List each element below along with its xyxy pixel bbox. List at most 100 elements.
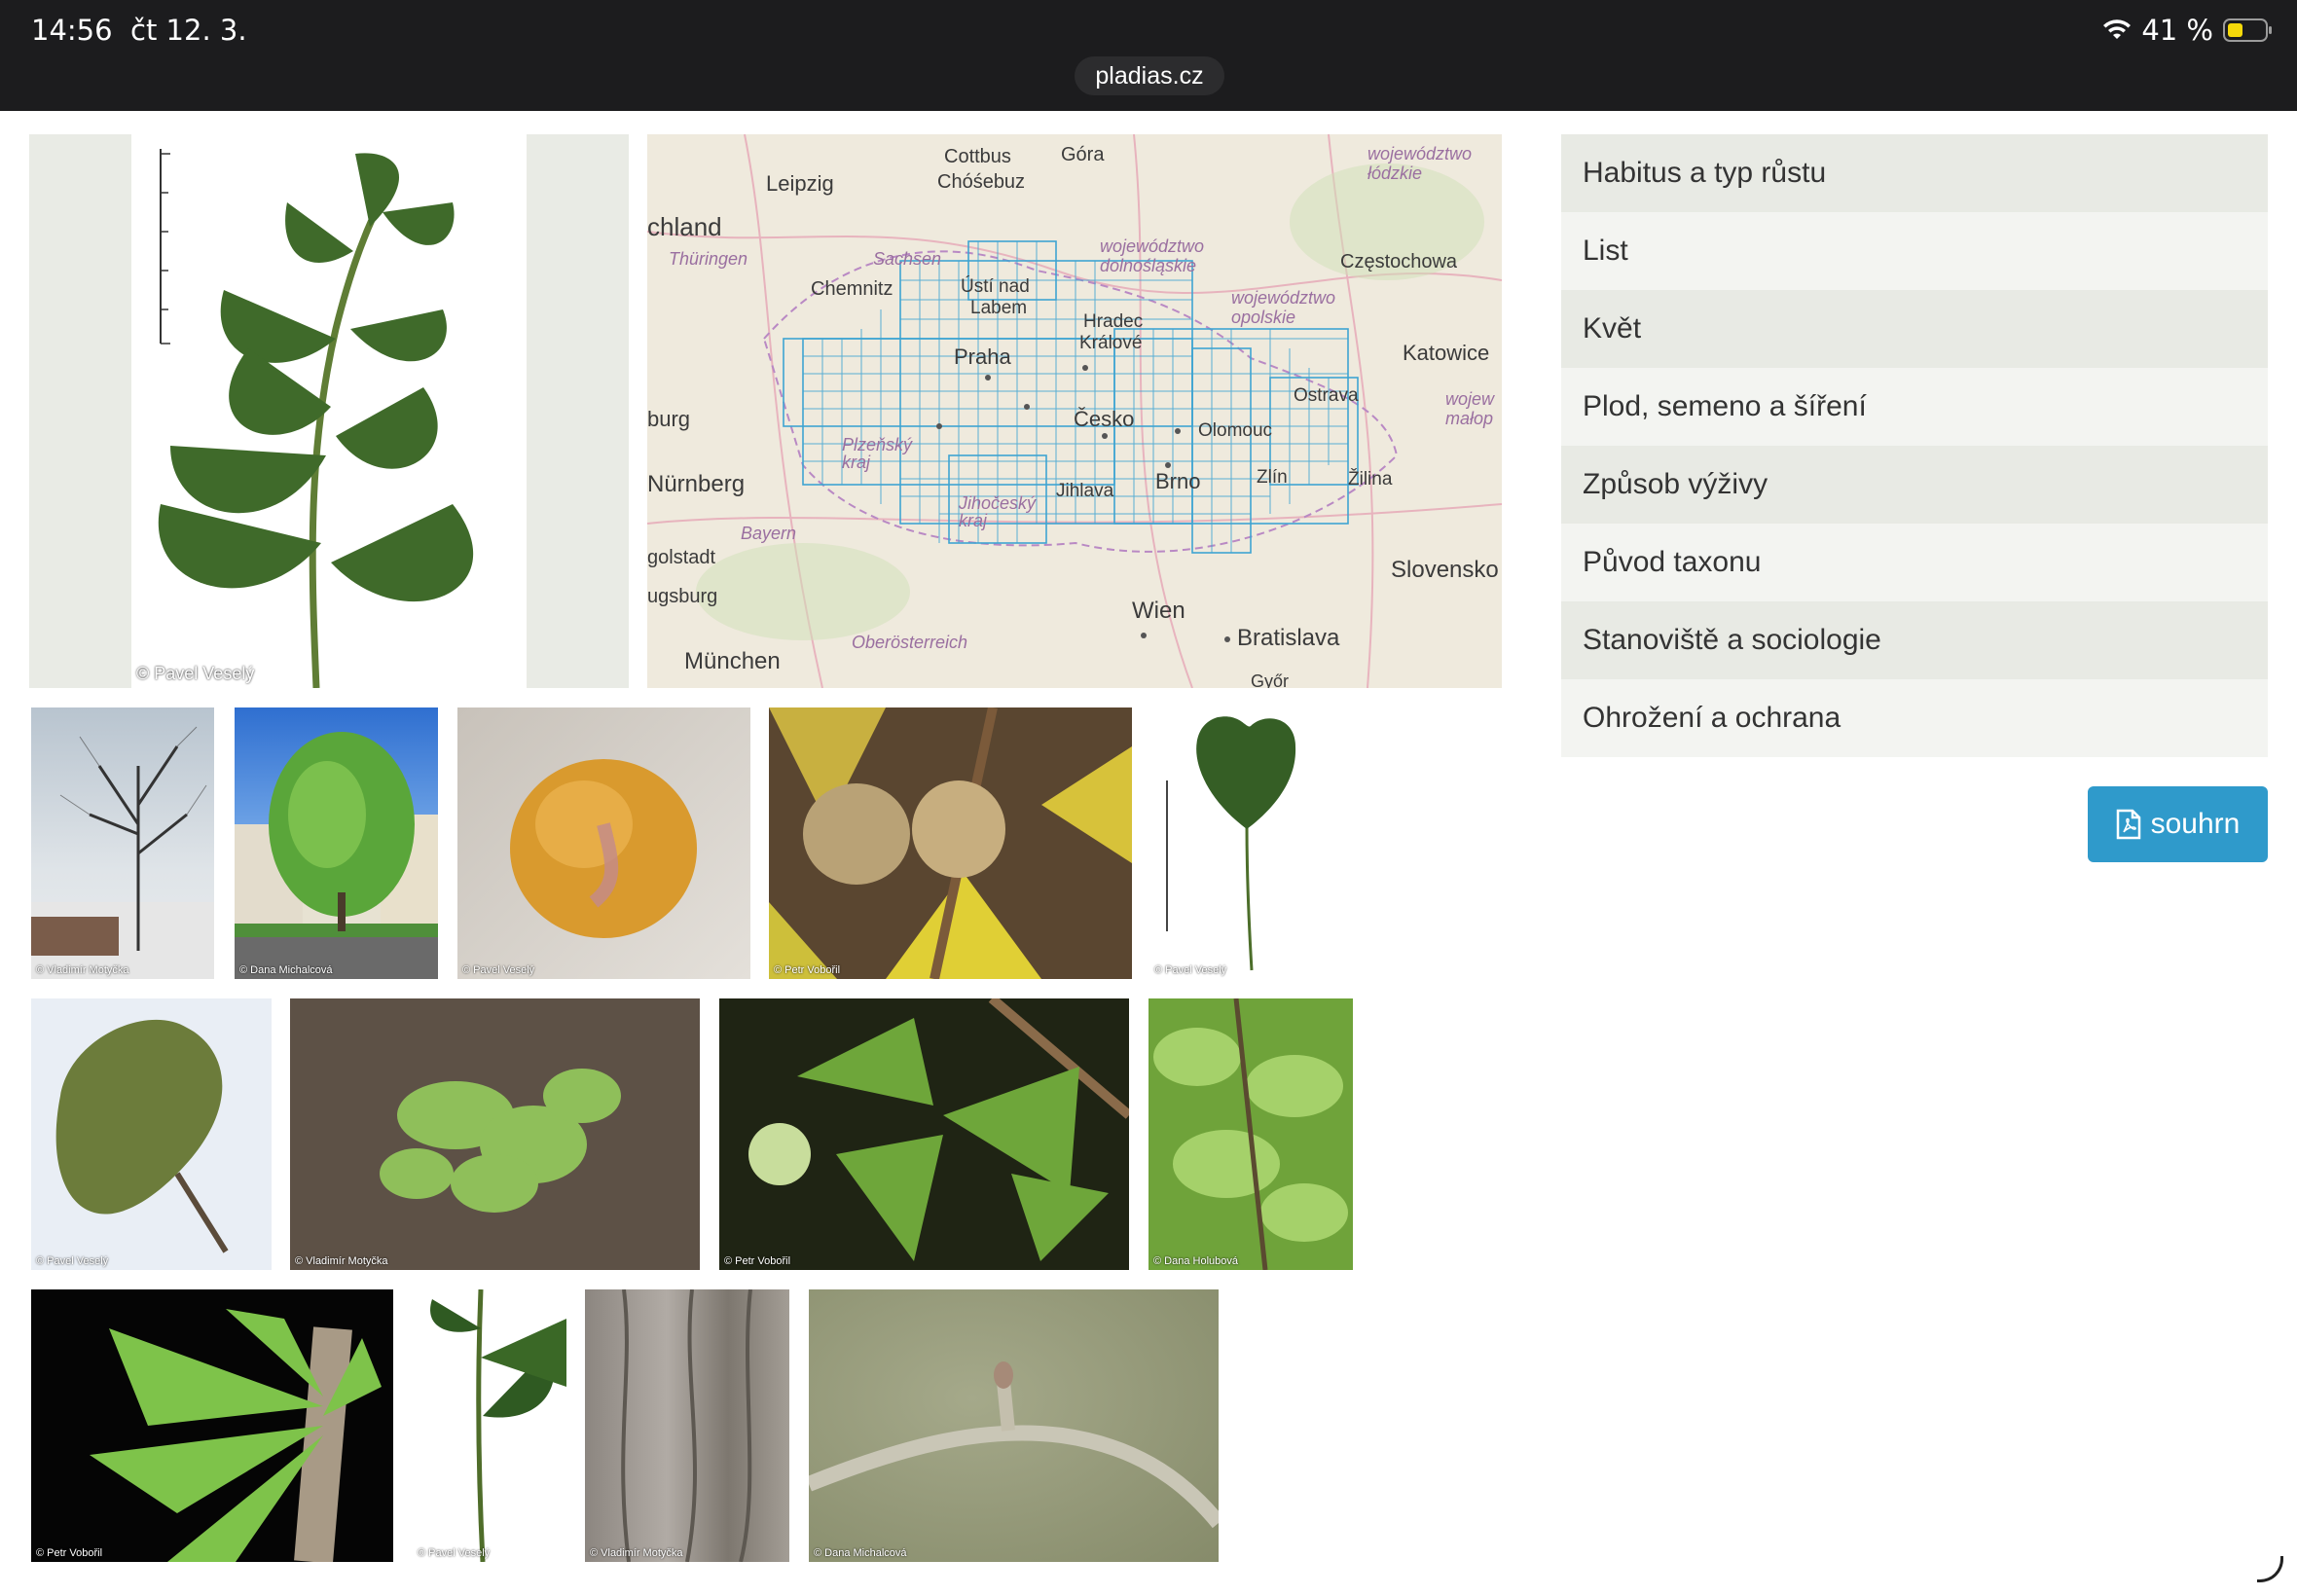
map-label: województwo opolskie [1231, 288, 1336, 327]
map-label: Ústí nad [961, 276, 1030, 297]
map-label: Bayern [741, 524, 797, 543]
accordion-item-stanoviste[interactable]: Stanoviště a sociologie [1561, 601, 2268, 679]
photo-credit: © Vladimír Motyčka [590, 1547, 683, 1559]
summary-pdf-button[interactable]: souhrn [2088, 786, 2268, 862]
gallery-photo[interactable]: © Dana Michalcová [235, 707, 438, 979]
battery-icon [2223, 18, 2272, 42]
map-label: województwo dolnośląskie [1100, 236, 1205, 275]
map-label: Olomouc [1198, 420, 1273, 441]
map-label: Cottbus [944, 146, 1011, 167]
map-label: Praha [954, 345, 1011, 369]
gallery-photo[interactable]: © Dana Holubová [1148, 998, 1353, 1270]
map-label: Częstochowa [1340, 251, 1458, 272]
branch-seed-photo [748, 998, 1129, 1261]
url-text: pladias.cz [1095, 61, 1204, 90]
gallery-photo[interactable]: © Vladimír Motyčka [585, 1289, 789, 1562]
photo-credit: © Pavel Veselý [136, 664, 255, 683]
leaf-closeup-photo [55, 1019, 229, 1253]
wifi-icon [2103, 19, 2132, 39]
map-label: burg [647, 407, 691, 431]
map-label: Králové [1079, 333, 1143, 353]
photo-credit: © Dana Michalcová [239, 964, 333, 976]
map-label: Česko [1074, 407, 1135, 431]
photo-credit: © Pavel Veselý [418, 1547, 491, 1559]
status-time: 14:56 čt 12. 3. [31, 14, 247, 47]
single-leaf-photo [1166, 716, 1296, 971]
map-label: Plzeňský kraj [842, 435, 913, 472]
url-bar[interactable]: pladias.cz [1075, 56, 1224, 95]
map-label: Thüringen [669, 249, 748, 269]
map-label: Brno [1155, 469, 1201, 493]
trait-accordion: Habitus a typ růstu List Květ Plod, seme… [1561, 134, 2268, 757]
distribution-map[interactable]: Leipzig Cottbus Chóśebuz Góra chland Thü… [647, 134, 1502, 688]
map-label: Góra [1061, 144, 1105, 165]
gallery-photo[interactable]: © Pavel Veselý [457, 707, 750, 979]
photo-credit: © Pavel Veselý [1154, 964, 1227, 976]
map-label: Wien [1132, 598, 1185, 624]
gallery-photo[interactable]: © Pavel Veselý [31, 998, 272, 1270]
seed-photo [510, 759, 697, 938]
tree-silhouette [31, 726, 214, 979]
pdf-file-icon [2116, 809, 2140, 840]
photo-credit: © Petr Vobořil [724, 1255, 791, 1267]
map-label: województwo łódzkie [1367, 144, 1473, 183]
gallery-photo[interactable]: © Vladimír Motyčka [31, 707, 214, 979]
fallen-seeds-photo [769, 707, 1132, 979]
photo-credit: © Pavel Veselý [462, 964, 535, 976]
map-label: Oberösterreich [852, 633, 968, 652]
accordion-item-habitus[interactable]: Habitus a typ růstu [1561, 134, 2268, 212]
accordion-item-list[interactable]: List [1561, 212, 2268, 290]
map-label: Katowice [1403, 341, 1490, 365]
map-label: Labem [970, 298, 1028, 318]
gallery-photo[interactable]: © Dana Michalcová [809, 1289, 1219, 1562]
accordion-item-kvet[interactable]: Květ [1561, 290, 2268, 368]
map-label: Ostrava [1294, 385, 1359, 406]
map-label: Győr [1251, 671, 1290, 688]
accordion-item-puvod[interactable]: Původ taxonu [1561, 524, 2268, 601]
gallery-photo[interactable]: © Petr Vobořil [769, 707, 1132, 979]
stem-photo [430, 1289, 566, 1562]
battery-percent: 41 % [2141, 14, 2213, 47]
photo-credit: © Petr Vobořil [36, 1547, 103, 1559]
photo-credit: © Dana Michalcová [814, 1547, 907, 1559]
map-label: wojew małop [1445, 389, 1495, 428]
map-label: golstadt [647, 547, 716, 568]
accordion-item-ohrozeni[interactable]: Ohrožení a ochrana [1561, 679, 2268, 757]
map-label: Žilina [1348, 469, 1393, 490]
foliage-photo [1153, 998, 1348, 1270]
photo-credit: © Vladimír Motyčka [36, 964, 129, 976]
accordion-item-plod[interactable]: Plod, semeno a šíření [1561, 368, 2268, 446]
photo-credit: © Dana Holubová [1153, 1255, 1238, 1267]
photo-credit: © Petr Vobořil [774, 964, 841, 976]
map-label: Leipzig [766, 171, 834, 196]
status-date: čt 12. 3. [130, 14, 247, 47]
summary-button-label: souhrn [2150, 808, 2241, 840]
twig-photo [809, 1361, 1219, 1529]
gallery-photo[interactable]: © Petr Vobořil [31, 1289, 393, 1562]
accordion-item-vyziva[interactable]: Způsob výživy [1561, 446, 2268, 524]
seedling-photo [380, 1069, 621, 1213]
map-label: Slovensko [1391, 557, 1499, 583]
photo-credit: © Pavel Veselý [36, 1255, 109, 1267]
map-label: Sachsen [873, 249, 942, 269]
map-label: Nürnberg [647, 471, 746, 497]
map-label: Jihlava [1056, 481, 1114, 501]
map-label: München [684, 648, 781, 674]
gallery-photo[interactable]: © Pavel Veselý [413, 1289, 566, 1562]
map-label: Chemnitz [811, 278, 893, 300]
status-indicators: 41 % [2102, 14, 2272, 47]
gallery-photo[interactable]: © Petr Vobořil [719, 998, 1129, 1270]
photo-credit: © Vladimír Motyčka [295, 1255, 388, 1267]
main-photo[interactable]: © Pavel Veselý [29, 134, 629, 688]
loading-spinner-icon [2257, 1556, 2283, 1582]
map-label: ugsburg [647, 586, 718, 607]
map-label: Chóśebuz [937, 171, 1026, 193]
tree-photo [235, 732, 438, 979]
bark-photo [621, 1289, 752, 1562]
map-label: chland [647, 212, 722, 241]
map-label: Jihočeský kraj [959, 493, 1037, 530]
map-label: Zlín [1257, 467, 1288, 488]
gallery-photo[interactable]: © Vladimír Motyčka [290, 998, 700, 1270]
herbarium-specimen [158, 149, 474, 688]
gallery-photo[interactable]: © Pavel Veselý [1149, 707, 1325, 979]
